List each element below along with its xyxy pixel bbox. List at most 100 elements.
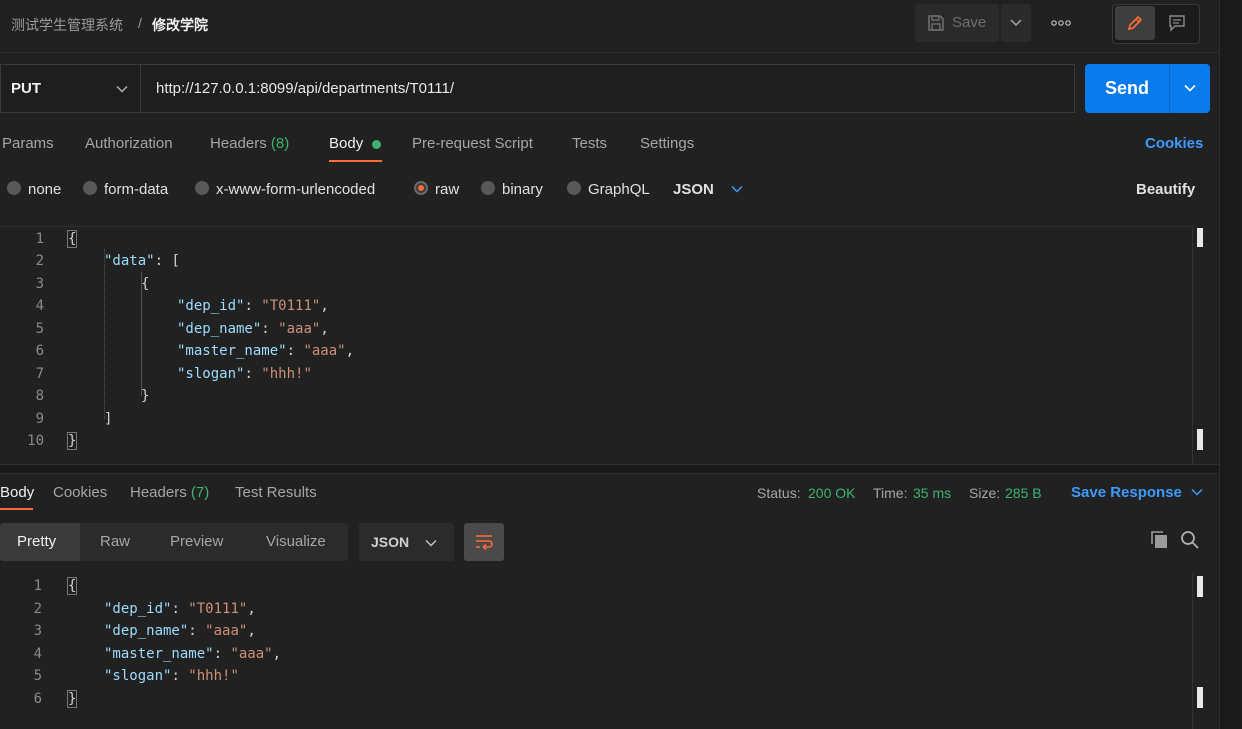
response-language-value: JSON — [371, 534, 410, 550]
code-line: { — [141, 276, 150, 292]
more-actions-button[interactable] — [1045, 10, 1077, 36]
tab-headers-count: (8) — [270, 135, 290, 152]
wrap-lines-button[interactable] — [464, 523, 504, 561]
line-number: 2 — [35, 253, 44, 269]
code-line: "master_name": "aaa", — [104, 646, 282, 662]
radio-form-data-label[interactable]: form-data — [104, 181, 168, 198]
response-tab-headers-label: Headers — [130, 484, 187, 501]
scrollbar-thumb[interactable] — [1197, 687, 1203, 708]
radio-binary[interactable] — [481, 181, 495, 195]
copy-icon[interactable] — [1150, 530, 1170, 550]
chevron-down-icon — [1010, 19, 1022, 27]
beautify-button[interactable]: Beautify — [1136, 181, 1195, 198]
chevron-down-icon[interactable] — [731, 185, 743, 194]
status-value[interactable]: 200 OK — [808, 485, 855, 501]
code-line: "slogan": "hhh!" — [104, 668, 239, 684]
view-pretty-button[interactable]: Pretty — [0, 523, 80, 561]
line-number: 4 — [33, 646, 42, 662]
radio-binary-label[interactable]: binary — [502, 181, 543, 198]
scrollbar-thumb[interactable] — [1197, 228, 1203, 247]
line-number: 5 — [35, 321, 44, 337]
code-line: ] — [104, 411, 113, 427]
response-viewer-scrollbar[interactable] — [1192, 574, 1210, 729]
tab-body-label: Body — [329, 135, 364, 152]
active-tab-indicator — [0, 508, 33, 510]
code-line: { — [66, 230, 78, 248]
response-body-viewer[interactable]: 1 2 3 4 5 6 { "dep_id": "T0111", "dep_na… — [0, 574, 1192, 729]
save-response-button[interactable]: Save Response — [1071, 484, 1182, 501]
comments-mode-button[interactable] — [1157, 6, 1197, 40]
request-body-editor[interactable]: 1 2 3 4 5 6 7 8 9 10 { "data": [ { "dep_… — [0, 226, 1192, 465]
view-pretty-label: Pretty — [17, 533, 57, 550]
line-number: 3 — [35, 276, 44, 292]
radio-urlencoded[interactable] — [195, 181, 209, 195]
send-options-dropdown[interactable] — [1170, 64, 1210, 113]
line-number: 1 — [35, 231, 44, 247]
send-button[interactable]: Send — [1085, 64, 1169, 113]
size-label: Size: — [969, 485, 1001, 501]
response-tab-test-results[interactable]: Test Results — [235, 484, 317, 501]
line-number: 10 — [27, 433, 44, 449]
view-preview-button[interactable]: Preview — [170, 533, 223, 550]
breadcrumb-request-name[interactable]: 修改学院 — [152, 15, 208, 35]
pencil-icon — [1127, 15, 1143, 31]
tab-headers[interactable]: Headers (8) — [210, 135, 289, 152]
response-language-select[interactable]: JSON — [359, 523, 454, 561]
radio-raw-label[interactable]: raw — [435, 181, 459, 198]
save-options-dropdown[interactable] — [1001, 4, 1031, 42]
code-line: } — [141, 388, 150, 404]
code-line: "data": [ — [104, 253, 180, 269]
tab-settings[interactable]: Settings — [640, 135, 694, 152]
radio-urlencoded-label[interactable]: x-www-form-urlencoded — [216, 181, 375, 198]
cookies-link[interactable]: Cookies — [1145, 135, 1203, 152]
radio-raw-dot — [418, 185, 424, 191]
time-value[interactable]: 35 ms — [913, 485, 951, 501]
response-tab-headers[interactable]: Headers (7) — [130, 484, 209, 501]
save-button[interactable]: Save — [915, 4, 999, 42]
pane-divider[interactable] — [0, 464, 1219, 474]
search-icon[interactable] — [1180, 530, 1200, 550]
line-number: 4 — [35, 298, 44, 314]
line-number: 1 — [33, 578, 42, 594]
response-tab-cookies[interactable]: Cookies — [53, 484, 107, 501]
radio-graphql[interactable] — [567, 181, 581, 195]
comment-icon — [1169, 15, 1185, 32]
line-number: 3 — [33, 623, 42, 639]
tab-params[interactable]: Params — [2, 135, 54, 152]
code-line: "master_name": "aaa", — [177, 343, 355, 359]
radio-form-data[interactable] — [83, 181, 97, 195]
body-status-dot — [372, 140, 381, 149]
code-line: } — [66, 432, 78, 450]
tab-headers-label: Headers — [210, 135, 267, 152]
request-editor-scrollbar[interactable] — [1192, 226, 1210, 464]
radio-none[interactable] — [7, 181, 21, 195]
scrollbar-thumb[interactable] — [1197, 576, 1203, 597]
radio-raw-selected[interactable] — [414, 181, 428, 195]
scrollbar-thumb[interactable] — [1197, 429, 1203, 450]
breadcrumb-collection[interactable]: 测试学生管理系统 — [11, 15, 123, 35]
time-label: Time: — [873, 485, 908, 501]
tab-pre-request-script[interactable]: Pre-request Script — [412, 135, 533, 152]
radio-none-label[interactable]: none — [28, 181, 61, 198]
send-label: Send — [1105, 78, 1150, 98]
response-tab-body[interactable]: Body — [0, 484, 34, 501]
radio-graphql-label[interactable]: GraphQL — [588, 181, 650, 198]
url-input[interactable]: http://127.0.0.1:8099/api/departments/T0… — [140, 64, 1075, 113]
line-number: 8 — [35, 388, 44, 404]
view-visualize-button[interactable]: Visualize — [266, 533, 326, 550]
tab-body[interactable]: Body — [329, 135, 363, 152]
body-language-select[interactable]: JSON — [673, 181, 714, 198]
code-line: "slogan": "hhh!" — [177, 366, 312, 382]
code-line: "dep_name": "aaa", — [104, 623, 256, 639]
line-number: 6 — [33, 691, 42, 707]
chevron-down-icon[interactable] — [1191, 488, 1203, 497]
edit-mode-button[interactable] — [1115, 6, 1155, 40]
tab-tests[interactable]: Tests — [572, 135, 607, 152]
save-icon — [928, 15, 944, 31]
size-value[interactable]: 285 B — [1005, 485, 1042, 501]
code-line: "dep_name": "aaa", — [177, 321, 329, 337]
response-tab-headers-count: (7) — [190, 484, 210, 501]
tab-authorization[interactable]: Authorization — [85, 135, 173, 152]
view-raw-button[interactable]: Raw — [100, 533, 130, 550]
http-method-select[interactable]: PUT — [0, 64, 140, 113]
